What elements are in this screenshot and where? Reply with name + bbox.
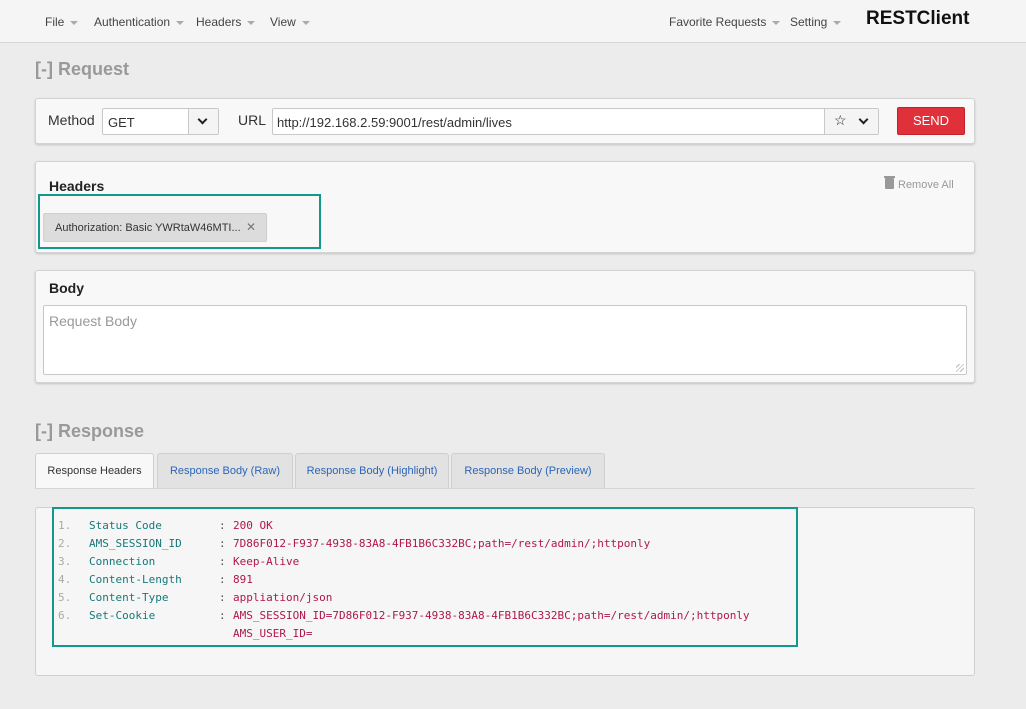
highlight-box-response	[52, 507, 798, 647]
caret-down-icon	[176, 20, 185, 25]
url-input[interactable]: http://192.168.2.59:9001/rest/admin/live…	[272, 108, 879, 135]
menu-label: View	[270, 15, 296, 29]
menu-setting[interactable]: Setting	[790, 15, 842, 29]
url-label: URL	[238, 112, 267, 128]
caret-down-icon	[772, 20, 781, 25]
trash-icon	[884, 176, 895, 189]
resize-handle-icon[interactable]	[956, 364, 964, 372]
method-value: GET	[108, 115, 135, 130]
top-navbar: File Authentication Headers View Favorit…	[0, 0, 1026, 43]
menu-label: Setting	[790, 15, 828, 29]
menu-file[interactable]: File	[45, 15, 79, 29]
chevron-down-icon	[197, 114, 208, 125]
caret-down-icon	[70, 20, 79, 25]
tab-response-headers[interactable]: Response Headers	[35, 453, 154, 489]
menu-label: Authentication	[94, 15, 171, 29]
tab-response-body-raw[interactable]: Response Body (Raw)	[157, 453, 293, 489]
url-value: http://192.168.2.59:9001/rest/admin/live…	[277, 115, 512, 130]
request-section-toggle[interactable]: [-] Request	[35, 59, 129, 80]
caret-down-icon	[247, 20, 256, 25]
caret-down-icon	[301, 20, 310, 25]
menu-label: File	[45, 15, 65, 29]
tab-response-body-preview[interactable]: Response Body (Preview)	[451, 453, 605, 489]
method-select[interactable]: GET	[102, 108, 219, 135]
menu-view[interactable]: View	[270, 15, 310, 29]
headers-title: Headers	[49, 178, 105, 194]
tab-response-body-highlight[interactable]: Response Body (Highlight)	[295, 453, 449, 489]
menu-headers[interactable]: Headers	[196, 15, 256, 29]
star-icon[interactable]: ☆	[834, 112, 847, 129]
send-button[interactable]: SEND	[897, 107, 965, 135]
menu-label: Headers	[196, 15, 242, 29]
request-body-placeholder: Request Body	[49, 313, 137, 329]
remove-all-label: Remove All	[898, 179, 954, 191]
tabs-divider	[35, 488, 975, 489]
app-brand[interactable]: RESTClient	[866, 8, 969, 30]
url-actions: ☆	[824, 109, 878, 134]
body-title: Body	[49, 280, 84, 296]
menu-label: Favorite Requests	[669, 15, 767, 29]
menu-authentication[interactable]: Authentication	[94, 15, 185, 29]
method-label: Method	[48, 112, 95, 128]
remove-all-button[interactable]: Remove All	[884, 176, 954, 191]
chevron-down-icon[interactable]	[858, 114, 869, 125]
caret-down-icon	[833, 20, 842, 25]
request-body-textarea[interactable]: Request Body	[43, 305, 967, 375]
response-section-toggle[interactable]: [-] Response	[35, 421, 144, 442]
highlight-box-headers	[38, 194, 321, 249]
method-dropdown-button[interactable]	[188, 109, 218, 134]
menu-favorite-requests[interactable]: Favorite Requests	[669, 15, 781, 29]
